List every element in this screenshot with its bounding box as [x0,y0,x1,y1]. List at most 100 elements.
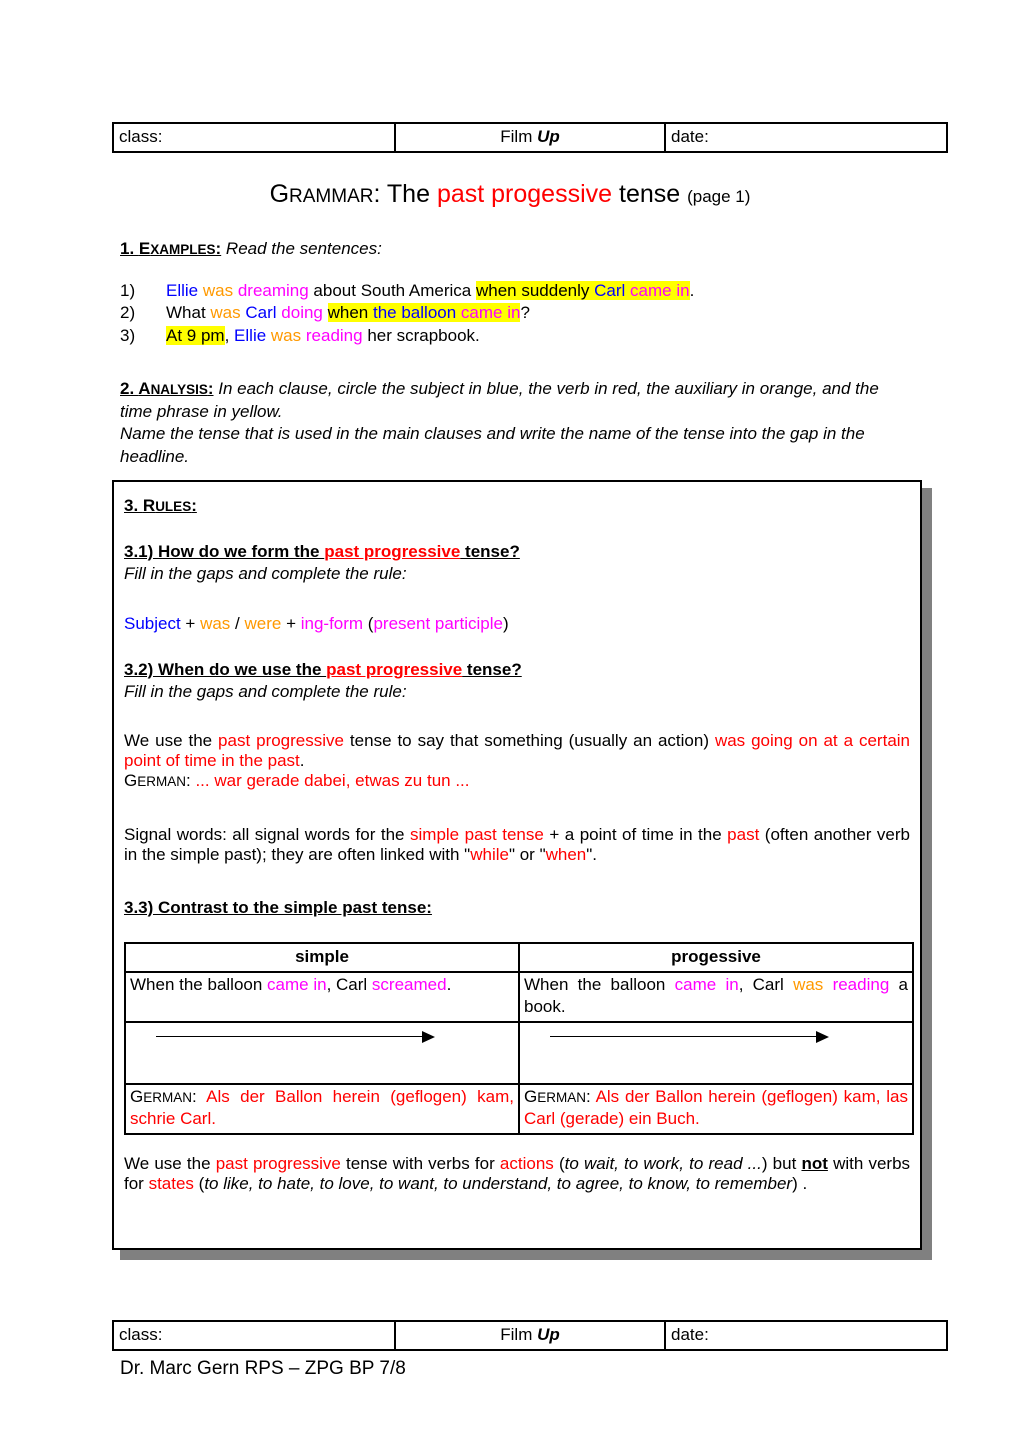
signal-run-0: Signal words: all signal words for the [124,825,411,844]
rule32-body-run-4: . [299,751,305,770]
example-3-run-6: reading [305,325,363,345]
german-label-rest: ERMAN [143,1089,192,1105]
formula-run-9: ) [502,614,509,633]
example-2-run-1: was [210,303,241,323]
header-info-table: class: Film Up date: [112,122,948,153]
contrast-sentence-simple: When the balloon came in, Carl screamed. [124,970,520,1023]
signal-run-8: ". [586,845,598,864]
german-label-cap: G [124,771,138,790]
analysis-line-1: In each clause, circle the subject in bl… [120,379,879,421]
closing-run-1: past progressive [215,1154,341,1173]
title-tense-name: past progessive [436,180,613,208]
example-1-run-7: Carl [594,280,626,300]
closing-run-0: We use the [124,1154,216,1173]
german-label-colon: : [586,1086,596,1106]
examples-list: 1) Ellie was dreaming about South America… [120,280,920,348]
example-number: 1) [120,280,136,300]
german-label-colon: : [192,1086,207,1106]
contrast-sentence-1-run-1: came in [674,974,739,994]
contrast-table-wrap: simple progessive When the balloon came … [124,942,914,1136]
film-prefix: Film [500,127,538,147]
german-label-rest: ERMAN [537,1089,586,1105]
rule-3-1-fill-instruction: Fill in the gaps and complete the rule: [124,564,407,583]
analysis-head-cap: A [138,379,151,398]
rules-heading: 3. RULES: [124,496,910,516]
signal-run-1: simple past tense [410,825,544,844]
contrast-header-simple: simple [124,942,520,973]
contrast-arrow-cell-progressive [518,1020,914,1085]
footer-film-cell: Film Up [394,1320,666,1351]
header-film-cell: Film Up [394,122,666,153]
examples-head-cap: E [138,239,151,258]
example-3-run-2: Ellie [234,325,267,345]
german-label-rest: ERMAN [137,774,186,789]
analysis-paragraph-1: 2. ANALYSIS: In each clause, circle the … [120,378,910,423]
signal-run-5: while [470,845,509,864]
signal-run-6: " or " [508,845,546,864]
example-3-run-4: was [270,325,302,345]
formula-run-5: + [281,614,301,633]
table-row: class: Film Up date: [112,1320,948,1351]
rule-3-1-head-pre: 3.1) How do we form the [124,542,325,561]
rules-head-num: 3. [124,496,143,515]
examples-head-num: 1. [120,239,139,258]
german-label-cap: G [524,1086,538,1106]
formula-run-6: ing-form [300,614,364,633]
contrast-sentence-0-run-4: . [446,974,452,994]
example-2-run-8: the balloon [373,303,457,323]
example-number: 2) [120,303,136,323]
table-row: class: Film Up date: [112,122,948,153]
analysis-line-2: Name the tense that is used in the main … [120,424,865,466]
formula-run-7: ( [363,614,374,633]
formula-run-0: Subject [124,614,181,633]
example-2-run-10: came in [460,303,521,323]
footer-date-cell[interactable]: date: [664,1320,948,1351]
example-3-run-0: At 9 pm [166,325,225,345]
example-1-run-5: about South America [308,280,476,300]
example-number: 3) [120,325,136,345]
example-2-run-6 [323,303,328,322]
closing-paragraph: We use the past progressive tense with v… [124,1154,910,1194]
signal-words-paragraph: Signal words: all signal words for the s… [124,825,910,865]
timeline-arrow-icon [550,1030,830,1043]
closing-run-6: ) but [761,1154,802,1173]
rule32-body-run-1: past progressive [218,731,344,750]
closing-run-3: actions [499,1154,554,1173]
example-item: 1) Ellie was dreaming about South America… [120,280,920,303]
date-label: date: [671,1325,709,1345]
formula-run-4: were [244,614,282,633]
header-date-cell[interactable]: date: [664,122,948,153]
rule-3-2-fill-instruction: Fill in the gaps and complete the rule: [124,682,407,701]
example-2-run-7: when [327,303,373,323]
closing-run-11: to like, to hate, to love, to want, to u… [204,1174,793,1193]
rule-3-2-german-line: GERMAN: ... war gerade dabei, etwas zu t… [124,771,910,791]
film-name: Up [537,127,560,147]
example-3-run-7: her scrapbook. [362,325,480,345]
contrast-table: simple progessive When the balloon came … [124,942,914,1136]
example-2-run-3: Carl [245,303,277,323]
title-tense-word: tense [612,180,688,208]
header-class-cell[interactable]: class: [112,122,396,153]
analysis-head-num: 2. [120,379,139,398]
footer-class-cell[interactable]: class: [112,1320,396,1351]
grammar-rest: RAMMAR [289,186,374,207]
rules-head-colon: : [191,496,197,515]
contrast-german-simple: GERMAN: Als der Ballon herein (geflogen)… [124,1082,520,1136]
german-label-cap: G [130,1086,144,1106]
example-item: 2) What was Carl doing when the balloon c… [120,302,920,325]
closing-run-9: states [148,1174,194,1193]
closing-run-4: ( [553,1154,565,1173]
examples-instruction: Read the sentences: [221,239,382,258]
footer-info-table: class: Film Up date: [112,1320,948,1351]
class-label: class: [119,127,163,147]
analysis-head-rest: NALYSIS [150,382,208,397]
formula-run-1: + [180,614,201,633]
closing-run-12: ) . [792,1174,808,1193]
examples-head-rest: XAMPLES [150,242,216,257]
rule-3-2-head-highlight: past progressive [326,660,463,679]
signal-run-3: past [727,825,760,844]
example-sentence: What was Carl doing when the balloon cam… [166,302,920,325]
examples-heading: 1. EXAMPLES: Read the sentences: [120,238,920,261]
contrast-header-progressive: progessive [518,942,914,973]
example-1-run-2: was [202,280,234,300]
